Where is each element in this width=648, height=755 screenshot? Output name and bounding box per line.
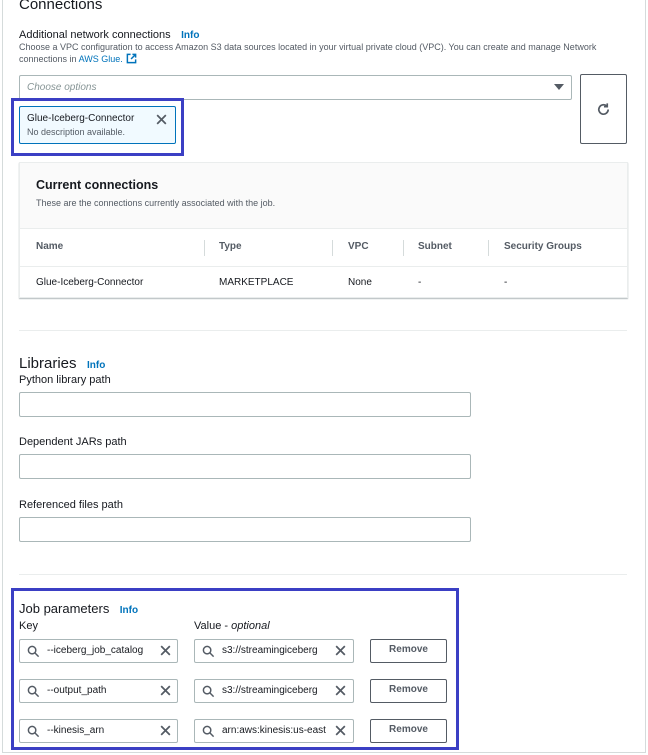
column-header: Security Groups [504, 241, 582, 252]
current-connections-title: Current connections [36, 178, 159, 192]
close-icon[interactable] [334, 724, 347, 737]
connections-info-link[interactable]: Info [181, 30, 199, 41]
close-icon[interactable] [159, 724, 172, 737]
close-icon[interactable] [155, 113, 168, 126]
job-parameter-value-input[interactable]: arn:aws:kinesis:us-east [194, 719, 354, 743]
libraries-info-link[interactable]: Info [87, 360, 105, 371]
search-icon [202, 725, 215, 738]
close-icon[interactable] [159, 684, 172, 697]
column-header: Subnet [418, 241, 452, 252]
close-icon[interactable] [334, 684, 347, 697]
python-library-path-label: Python library path [19, 374, 111, 386]
table-cell: - [418, 277, 422, 288]
column-divider [332, 240, 333, 256]
value-optional-text: optional [231, 620, 270, 632]
job-parameters-title: Job parameters [19, 601, 110, 616]
search-icon [202, 685, 215, 698]
network-connections-label: Additional network connections [19, 29, 171, 41]
job-parameter-value-text: arn:aws:kinesis:us-east [222, 725, 326, 736]
remove-button[interactable]: Remove [370, 639, 447, 663]
job-parameter-value-text: s3://streamingiceberg [222, 685, 318, 696]
python-library-path-input[interactable] [19, 392, 471, 417]
job-parameter-key-input[interactable]: --kinesis_arn [19, 719, 178, 743]
close-icon[interactable] [334, 644, 347, 657]
column-header: VPC [348, 241, 369, 252]
table-cell: - [504, 277, 508, 288]
aws-glue-link[interactable]: AWS Glue. [79, 54, 123, 64]
remove-button[interactable]: Remove [370, 719, 447, 743]
token-name: Glue-Iceberg-Connector [27, 113, 135, 124]
search-icon [27, 725, 40, 738]
search-icon [202, 645, 215, 658]
column-divider [403, 240, 404, 256]
refresh-connections-button[interactable] [580, 74, 627, 144]
connections-description: Choose a VPC configuration to access Ama… [19, 41, 619, 65]
libraries-header: Libraries Info [19, 355, 105, 373]
table-header-row: Name Type VPC Subnet Security Groups [20, 229, 627, 267]
table-cell: Glue-Iceberg-Connector [36, 277, 144, 288]
column-divider [204, 240, 205, 256]
close-icon[interactable] [159, 644, 172, 657]
chevron-down-icon [554, 84, 564, 90]
current-connections-subtitle: These are the connections currently asso… [36, 198, 276, 208]
key-column-label: Key [19, 620, 38, 632]
connections-select-placeholder: Choose options [27, 82, 97, 93]
job-parameters-info-link[interactable]: Info [120, 605, 138, 616]
current-connections-header: Current connections These are the connec… [20, 163, 627, 229]
job-parameter-key-input[interactable]: --iceberg_job_catalog [19, 639, 178, 663]
job-parameter-value-text: s3://streamingiceberg [222, 645, 318, 656]
libraries-title: Libraries [19, 355, 77, 372]
dependent-jars-path-input[interactable] [19, 454, 471, 479]
job-parameter-key-value: --iceberg_job_catalog [47, 645, 144, 656]
referenced-files-path-input[interactable] [19, 517, 471, 542]
value-label-text: Value [194, 620, 222, 632]
search-icon [27, 685, 40, 698]
job-parameters-header: Job parameters Info [19, 600, 138, 618]
selected-connection-token: Glue-Iceberg-Connector No description av… [19, 106, 176, 144]
token-description: No description available. [27, 127, 126, 137]
current-connections-card: Current connections These are the connec… [19, 162, 628, 298]
search-icon [27, 645, 40, 658]
job-parameter-value-input[interactable]: s3://streamingiceberg [194, 639, 354, 663]
column-header: Type [219, 241, 242, 252]
table-cell: None [348, 277, 372, 288]
refresh-icon [598, 103, 610, 115]
dependent-jars-path-label: Dependent JARs path [19, 436, 127, 448]
job-parameter-value-input[interactable]: s3://streamingiceberg [194, 679, 354, 703]
table-row: Glue-Iceberg-Connector MARKETPLACE None … [20, 268, 627, 298]
remove-button[interactable]: Remove [370, 679, 447, 703]
column-divider [488, 240, 489, 256]
column-header: Name [36, 241, 64, 252]
job-parameter-key-input[interactable]: --output_path [19, 679, 178, 703]
job-parameter-key-value: --kinesis_arn [47, 725, 105, 736]
connections-title: Connections [19, 0, 103, 13]
external-link-icon [126, 53, 137, 64]
section-divider [19, 330, 627, 331]
referenced-files-path-label: Referenced files path [19, 499, 123, 511]
value-column-label: Value - optional [194, 620, 270, 632]
table-cell: MARKETPLACE [219, 277, 294, 288]
section-divider [19, 574, 627, 575]
job-parameter-key-value: --output_path [47, 685, 107, 696]
connections-select[interactable]: Choose options [19, 75, 572, 100]
